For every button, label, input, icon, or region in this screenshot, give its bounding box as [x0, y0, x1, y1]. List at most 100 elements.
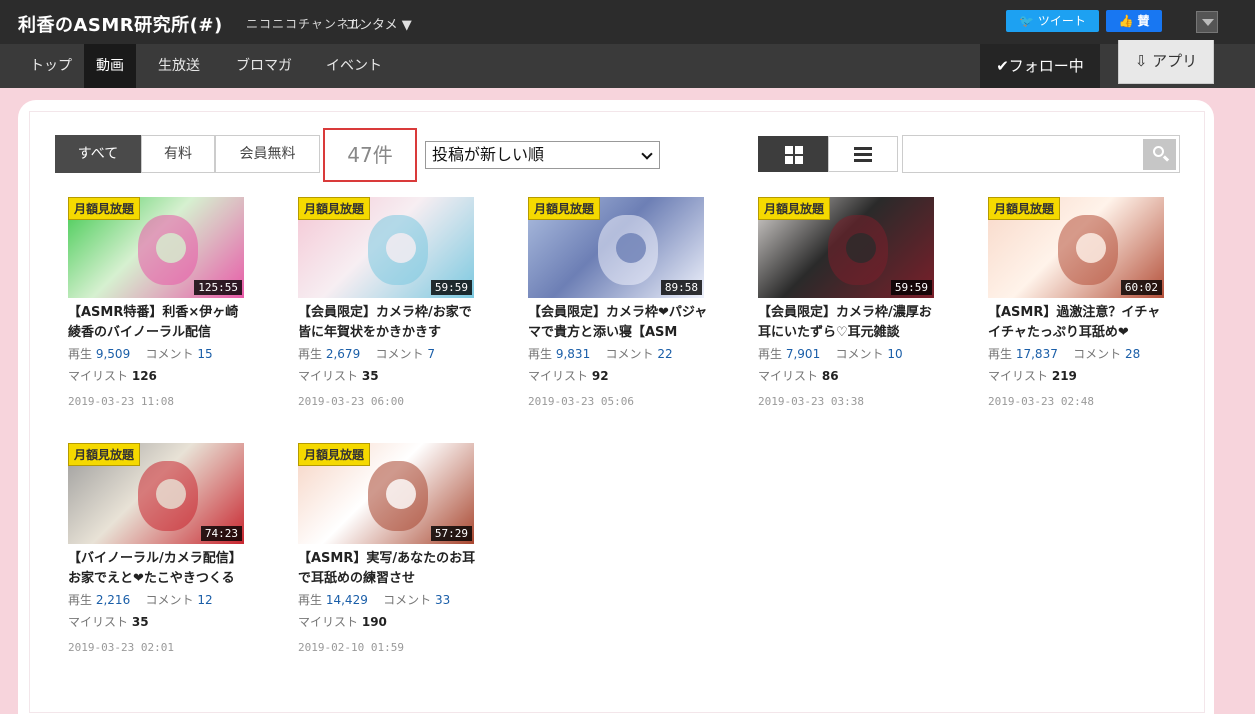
video-date: 2019-03-23 05:06: [528, 395, 634, 408]
video-card[interactable]: 月額見放題 59:59 【会員限定】カメラ枠/濃厚お耳にいたずら♡耳元雑談 再生…: [758, 197, 938, 417]
chevron-down-icon: [641, 148, 653, 160]
video-stats: 再生 9,509 コメント 15 マイリスト 126: [68, 343, 248, 387]
result-count: 47件: [323, 128, 417, 182]
video-title[interactable]: 【会員限定】カメラ枠/濃厚お耳にいたずら♡耳元雑談: [758, 303, 938, 343]
video-thumbnail[interactable]: 月額見放題 60:02: [988, 197, 1164, 298]
search-icon: [1153, 146, 1164, 157]
category-dropdown[interactable]: エンタメ ▼: [346, 14, 412, 33]
mylist-label: マイリスト: [68, 369, 129, 383]
video-title[interactable]: 【ASMR】過激注意？イチャイチャたっぷり耳舐め❤: [988, 303, 1168, 343]
comments-label: コメント: [605, 347, 654, 361]
video-title[interactable]: 【会員限定】カメラ枠/お家で皆に年賀状をかきかきす: [298, 303, 478, 343]
mylist-label: マイリスト: [528, 369, 589, 383]
mylist-label: マイリスト: [298, 615, 359, 629]
monthly-badge: 月額見放題: [298, 443, 371, 466]
nav-tab-videos[interactable]: 動画: [84, 44, 136, 88]
plays-label: 再生: [298, 347, 323, 361]
grid-icon: [785, 146, 803, 164]
app-button[interactable]: ⇩ アプリ: [1118, 40, 1214, 84]
video-duration: 125:55: [194, 280, 242, 295]
monthly-badge: 月額見放題: [528, 197, 601, 220]
filter-tab-paid[interactable]: 有料: [141, 135, 215, 173]
mylist-count: 190: [361, 615, 387, 629]
mylist-count: 86: [821, 369, 839, 383]
nav-tab-blomaga[interactable]: ブロマガ: [224, 44, 304, 88]
video-duration: 57:29: [430, 526, 472, 541]
video-card[interactable]: 月額見放題 125:55 【ASMR特番】利香×伊ヶ崎綾香のバイノーラル配信 再…: [68, 197, 248, 417]
like-button[interactable]: 👍 賛: [1106, 10, 1162, 32]
filter-tab-member-free[interactable]: 会員無料: [215, 135, 320, 173]
monthly-badge: 月額見放題: [758, 197, 831, 220]
mylist-count: 219: [1051, 369, 1077, 383]
video-date: 2019-02-10 01:59: [298, 641, 404, 654]
channel-title[interactable]: 利香のASMR研究所(#): [18, 11, 223, 37]
plays-label: 再生: [758, 347, 783, 361]
video-duration: 89:58: [660, 280, 702, 295]
video-title[interactable]: 【バイノーラル/カメラ配信】お家でえと❤たこやきつくる: [68, 549, 248, 589]
video-card[interactable]: 月額見放題 60:02 【ASMR】過激注意？イチャイチャたっぷり耳舐め❤ 再生…: [988, 197, 1168, 417]
plays-label: 再生: [68, 593, 93, 607]
monthly-badge: 月額見放題: [68, 443, 141, 466]
video-duration: 74:23: [200, 526, 242, 541]
list-icon: [854, 147, 872, 163]
filter-tab-all[interactable]: すべて: [55, 135, 141, 173]
mylist-label: マイリスト: [758, 369, 819, 383]
video-date: 2019-03-23 02:48: [988, 395, 1094, 408]
nav-tab-live[interactable]: 生放送: [146, 44, 212, 88]
comments-count: 12: [197, 593, 213, 607]
video-card[interactable]: 月額見放題 74:23 【バイノーラル/カメラ配信】お家でえと❤たこやきつくる …: [68, 443, 248, 663]
menu-toggle-icon[interactable]: [1196, 11, 1218, 33]
comments-count: 10: [887, 347, 903, 361]
mylist-count: 126: [131, 369, 157, 383]
mylist-count: 35: [131, 615, 149, 629]
plays-label: 再生: [988, 347, 1013, 361]
plays-count: 2,216: [95, 593, 131, 607]
video-stats: 再生 14,429 コメント 33 マイリスト 190: [298, 589, 478, 633]
video-date: 2019-03-23 06:00: [298, 395, 404, 408]
video-card[interactable]: 月額見放題 57:29 【ASMR】実写/あなたのお耳で耳舐めの練習させ 再生 …: [298, 443, 478, 663]
list-view-button[interactable]: [828, 136, 898, 172]
tweet-button[interactable]: 🐦 ツイート: [1006, 10, 1099, 32]
video-date: 2019-03-23 02:01: [68, 641, 174, 654]
plays-label: 再生: [528, 347, 553, 361]
nav-tab-top[interactable]: トップ: [18, 44, 84, 88]
plays-count: 7,901: [785, 347, 821, 361]
search-button[interactable]: [1143, 139, 1176, 170]
plays-count: 2,679: [325, 347, 361, 361]
video-thumbnail[interactable]: 月額見放題 59:59: [758, 197, 934, 298]
mylist-count: 35: [361, 369, 379, 383]
comments-label: コメント: [145, 593, 194, 607]
monthly-badge: 月額見放題: [988, 197, 1061, 220]
video-stats: 再生 7,901 コメント 10 マイリスト 86: [758, 343, 938, 387]
comments-count: 15: [197, 347, 213, 361]
plays-count: 9,831: [555, 347, 591, 361]
follow-button[interactable]: ✔フォロー中: [980, 44, 1100, 88]
plays-count: 17,837: [1015, 347, 1058, 361]
video-title[interactable]: 【ASMR】実写/あなたのお耳で耳舐めの練習させ: [298, 549, 478, 589]
video-card[interactable]: 月額見放題 89:58 【会員限定】カメラ枠❤パジャマで貴方と添い寝【ASM 再…: [528, 197, 708, 417]
comments-label: コメント: [835, 347, 884, 361]
plays-count: 9,509: [95, 347, 131, 361]
video-thumbnail[interactable]: 月額見放題 125:55: [68, 197, 244, 298]
plays-count: 14,429: [325, 593, 368, 607]
nav-tab-events[interactable]: イベント: [314, 44, 394, 88]
video-stats: 再生 2,679 コメント 7 マイリスト 35: [298, 343, 478, 387]
video-title[interactable]: 【会員限定】カメラ枠❤パジャマで貴方と添い寝【ASM: [528, 303, 708, 343]
monthly-badge: 月額見放題: [298, 197, 371, 220]
search-input[interactable]: [902, 135, 1180, 173]
video-thumbnail[interactable]: 月額見放題 89:58: [528, 197, 704, 298]
video-card[interactable]: 月額見放題 59:59 【会員限定】カメラ枠/お家で皆に年賀状をかきかきす 再生…: [298, 197, 478, 417]
grid-view-button[interactable]: [758, 136, 828, 172]
download-icon: ⇩: [1134, 52, 1153, 70]
video-title[interactable]: 【ASMR特番】利香×伊ヶ崎綾香のバイノーラル配信: [68, 303, 248, 343]
video-thumbnail[interactable]: 月額見放題 59:59: [298, 197, 474, 298]
mylist-count: 92: [591, 369, 609, 383]
sort-select[interactable]: 投稿が新しい順: [425, 141, 660, 169]
video-thumbnail[interactable]: 月額見放題 74:23: [68, 443, 244, 544]
video-thumbnail[interactable]: 月額見放題 57:29: [298, 443, 474, 544]
comments-label: コメント: [375, 347, 424, 361]
comments-label: コメント: [1073, 347, 1122, 361]
video-duration: 60:02: [1120, 280, 1162, 295]
video-date: 2019-03-23 03:38: [758, 395, 864, 408]
video-stats: 再生 2,216 コメント 12 マイリスト 35: [68, 589, 248, 633]
